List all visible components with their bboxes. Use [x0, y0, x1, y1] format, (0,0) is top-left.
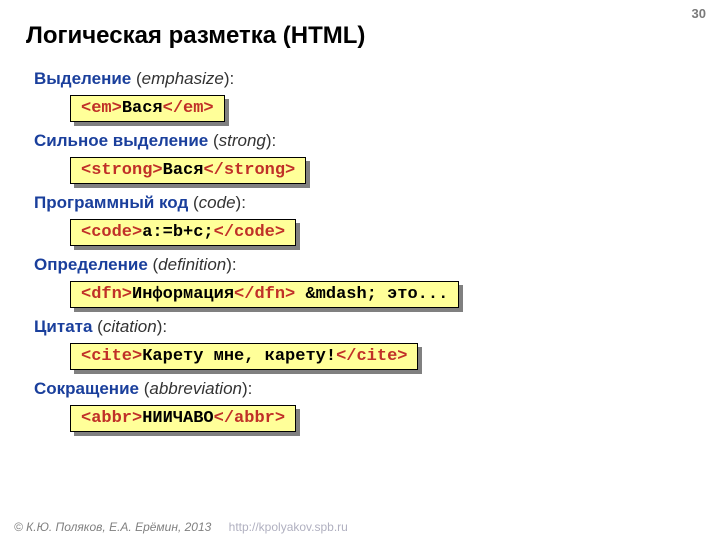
- label-en: abbreviation: [149, 379, 242, 398]
- footer-copyright: © К.Ю. Поляков, Е.А. Ерёмин, 2013: [14, 520, 211, 534]
- code-body: a:=b+c;: [142, 223, 213, 242]
- code-box: <em>Вася</em>: [70, 95, 225, 122]
- code-example-abbr: <abbr>НИИЧАВО</abbr>: [70, 405, 296, 432]
- footer-url: http://kpolyakov.spb.ru: [229, 520, 348, 534]
- open-tag: <dfn>: [81, 285, 132, 304]
- close-tag: </abbr>: [214, 409, 285, 428]
- footer: © К.Ю. Поляков, Е.А. Ерёмин, 2013 http:/…: [14, 520, 348, 534]
- label-cite: Цитата (citation):: [34, 317, 720, 337]
- label-ru: Сокращение: [34, 379, 139, 398]
- label-en: definition: [158, 255, 226, 274]
- label-en: emphasize: [142, 69, 224, 88]
- code-box: <cite>Карету мне, карету!</cite>: [70, 343, 418, 370]
- label-en: code: [199, 193, 236, 212]
- label-en: citation: [103, 317, 157, 336]
- code-example-cite: <cite>Карету мне, карету!</cite>: [70, 343, 418, 370]
- code-box: <dfn>Информация</dfn> &mdash; это...: [70, 281, 459, 308]
- open-tag: <code>: [81, 223, 142, 242]
- label-ru: Определение: [34, 255, 148, 274]
- close-tag: </em>: [163, 99, 214, 118]
- close-tag: </dfn>: [234, 285, 295, 304]
- close-tag: </code>: [214, 223, 285, 242]
- label-ru: Цитата: [34, 317, 92, 336]
- code-example-em: <em>Вася</em>: [70, 95, 225, 122]
- code-body: Карету мне, карету!: [142, 347, 336, 366]
- label-em: Выделение (emphasize):: [34, 69, 720, 89]
- label-code: Программный код (code):: [34, 193, 720, 213]
- code-box: <strong>Вася</strong>: [70, 157, 306, 184]
- open-tag: <em>: [81, 99, 122, 118]
- code-body: Вася: [122, 99, 163, 118]
- page-number: 30: [692, 6, 706, 21]
- label-abbr: Сокращение (abbreviation):: [34, 379, 720, 399]
- code-box: <code>a:=b+c;</code>: [70, 219, 296, 246]
- code-body: Информация: [132, 285, 234, 304]
- code-body: НИИЧАВО: [142, 409, 213, 428]
- code-after: &mdash; это...: [295, 285, 448, 304]
- page-title: Логическая разметка (HTML): [0, 0, 720, 50]
- code-body: Вася: [163, 161, 204, 180]
- code-example-dfn: <dfn>Информация</dfn> &mdash; это...: [70, 281, 459, 308]
- close-tag: </strong>: [203, 161, 295, 180]
- close-tag: </cite>: [336, 347, 407, 366]
- content: Выделение (emphasize): <em>Вася</em> Сил…: [0, 50, 720, 432]
- label-strong: Сильное выделение (strong):: [34, 131, 720, 151]
- code-box: <abbr>НИИЧАВО</abbr>: [70, 405, 296, 432]
- label-en: strong: [219, 131, 266, 150]
- code-example-code: <code>a:=b+c;</code>: [70, 219, 296, 246]
- open-tag: <cite>: [81, 347, 142, 366]
- code-example-strong: <strong>Вася</strong>: [70, 157, 306, 184]
- label-ru: Программный код: [34, 193, 188, 212]
- label-dfn: Определение (definition):: [34, 255, 720, 275]
- open-tag: <abbr>: [81, 409, 142, 428]
- label-ru: Выделение: [34, 69, 131, 88]
- label-ru: Сильное выделение: [34, 131, 208, 150]
- open-tag: <strong>: [81, 161, 163, 180]
